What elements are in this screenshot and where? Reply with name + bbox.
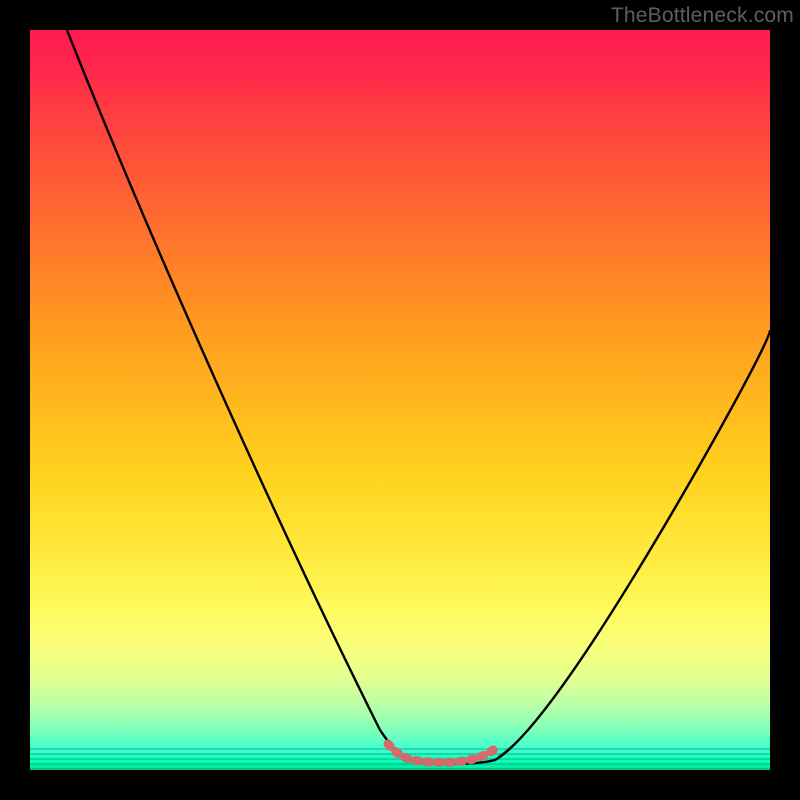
chart-frame: TheBottleneck.com [0, 0, 800, 800]
curve-path [67, 30, 770, 764]
chart-plot-area [30, 30, 770, 770]
trough-marker-path [388, 744, 496, 762]
watermark-text: TheBottleneck.com [611, 4, 794, 28]
chart-svg [30, 30, 770, 770]
curve-path-shadow [498, 330, 770, 756]
